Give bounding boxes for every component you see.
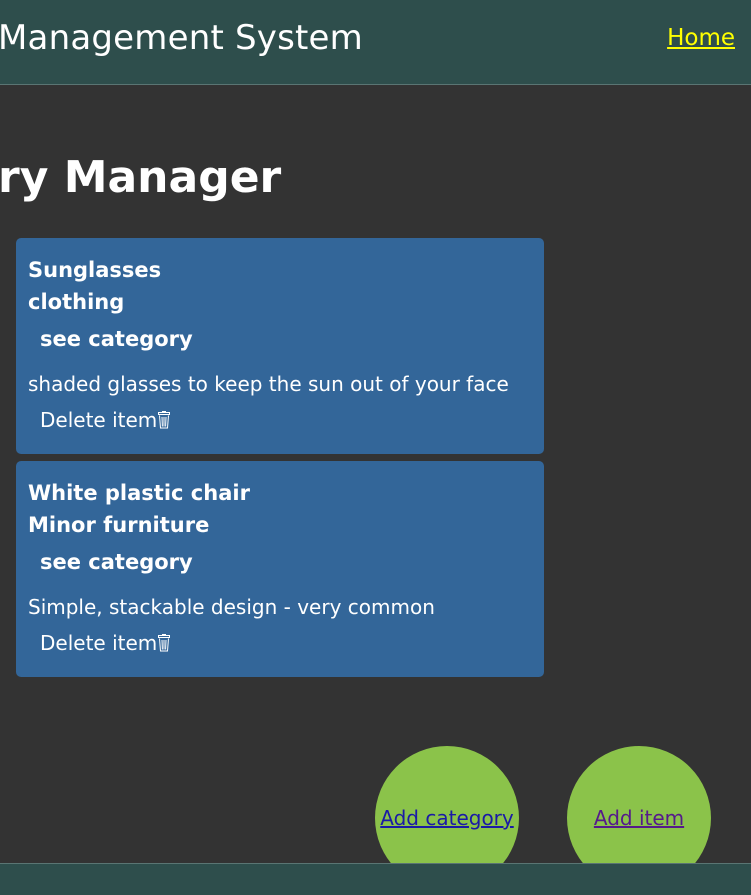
app-header: Management System Home <box>0 0 751 85</box>
delete-item-button[interactable]: Delete item <box>40 628 171 658</box>
delete-item-label: Delete item <box>40 631 158 655</box>
item-card: Sunglasses clothing see category shaded … <box>16 238 544 454</box>
delete-item-button[interactable]: Delete item <box>40 405 171 435</box>
see-category-link[interactable]: see category <box>40 546 532 578</box>
app-footer <box>0 863 751 895</box>
see-category-link[interactable]: see category <box>40 323 532 355</box>
item-category: Minor furniture <box>28 513 210 537</box>
trash-icon <box>158 407 171 429</box>
item-card: White plastic chair Minor furniture see … <box>16 461 544 677</box>
delete-item-label: Delete item <box>40 408 158 432</box>
page-title: ry Manager <box>0 152 282 203</box>
home-link[interactable]: Home <box>667 23 735 53</box>
item-name: Sunglasses <box>28 258 162 282</box>
item-description: Simple, stackable design - very common <box>28 595 435 619</box>
item-category: clothing <box>28 290 125 314</box>
item-description: shaded glasses to keep the sun out of yo… <box>28 372 509 396</box>
app-title: Management System <box>0 18 363 58</box>
trash-icon <box>158 630 171 652</box>
item-name: White plastic chair <box>28 481 250 505</box>
